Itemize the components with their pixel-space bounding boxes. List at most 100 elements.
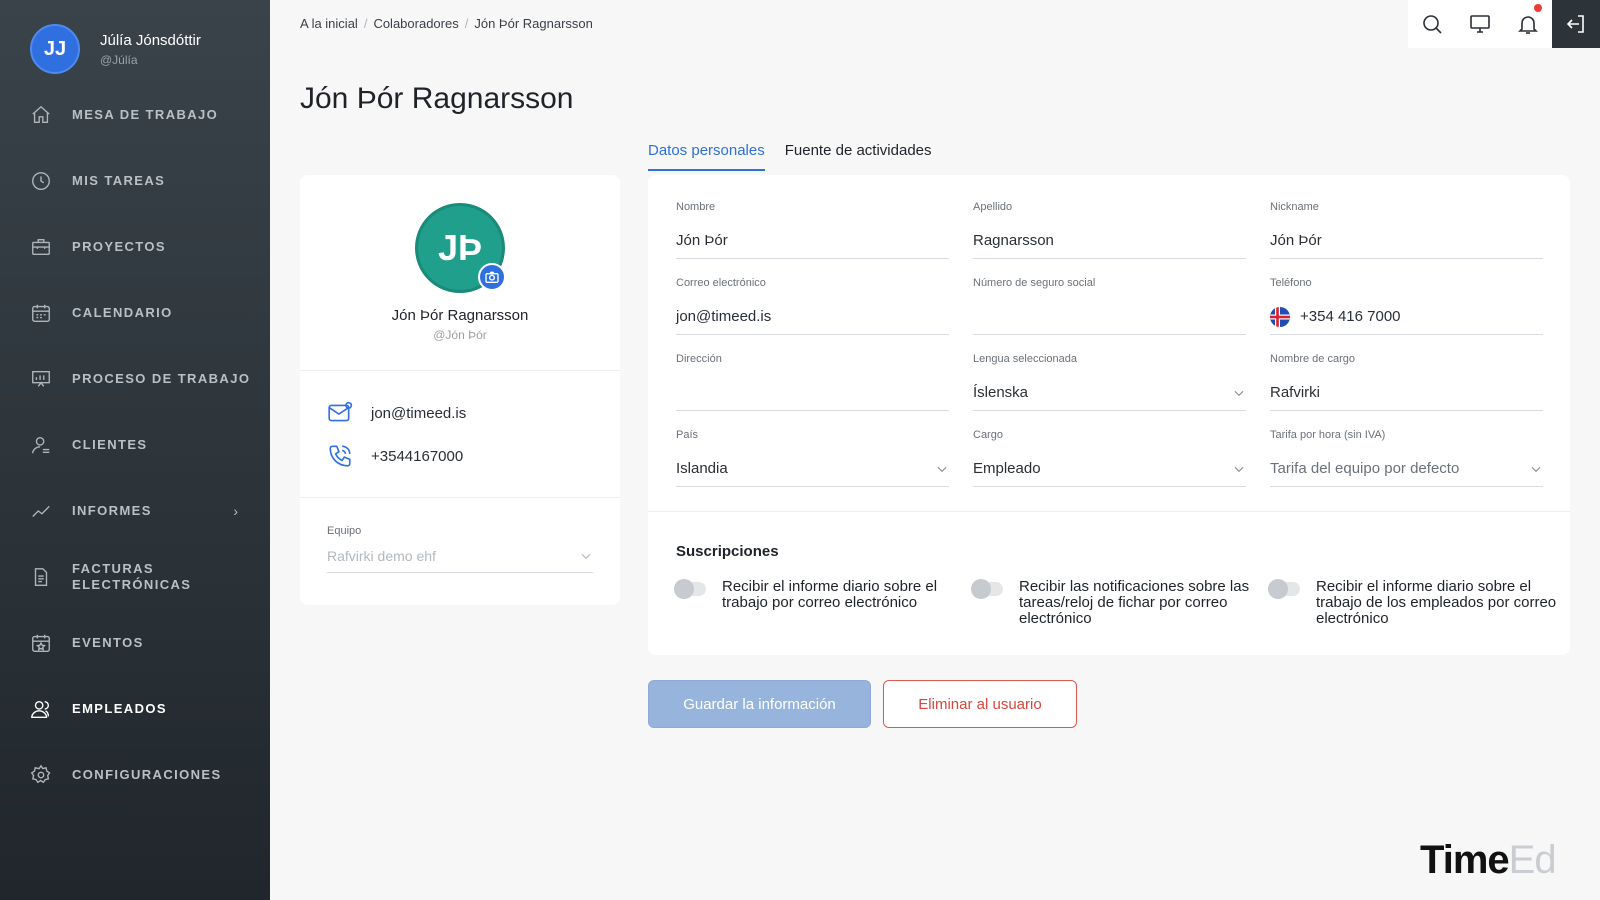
clock-icon: [32, 172, 50, 190]
nickname-input[interactable]: Jón Þór: [1270, 223, 1543, 259]
chevron-right-icon: ›: [233, 503, 238, 519]
breadcrumb-current: Jón Þór Ragnarsson: [474, 16, 593, 31]
sidebar-item-label: CALENDARIO: [72, 305, 173, 320]
sidebar-item-label: FACTURAS ELECTRÓNICAS: [72, 561, 192, 592]
chevron-down-icon: [581, 553, 591, 559]
users-icon: [31, 700, 50, 718]
last-name-field: Apellido Ragnarsson: [973, 201, 1246, 259]
top-toolbar: [1408, 0, 1600, 48]
page-title: Jón Þór Ragnarsson: [300, 82, 574, 115]
chevron-down-icon: [1234, 466, 1244, 472]
calendar-star-icon: [32, 634, 50, 652]
avatar[interactable]: JJ: [30, 24, 80, 74]
sidebar-item-label: PROYECTOS: [72, 239, 166, 254]
language-select[interactable]: Íslenska: [973, 375, 1246, 411]
contact-phone-text: +3544167000: [371, 447, 464, 465]
chevron-down-icon: [1531, 466, 1541, 472]
job-title-field: Nombre de cargo Rafvirki: [1270, 353, 1543, 411]
breadcrumb: A la inicial / Colaboradores / Jón Þór R…: [300, 16, 593, 31]
delete-user-button[interactable]: Eliminar al usuario: [883, 680, 1077, 728]
tab-fuente-de-actividades[interactable]: Fuente de actividades: [785, 142, 932, 171]
daily-report-toggle[interactable]: [674, 579, 706, 599]
screen-button[interactable]: [1456, 0, 1504, 48]
change-photo-button[interactable]: [478, 263, 506, 291]
search-button[interactable]: [1408, 0, 1456, 48]
team-label: Equipo: [327, 525, 362, 537]
personal-data-form: Nombre Jón Þór Apellido Ragnarsson Nickn…: [648, 175, 1570, 655]
ssn-input[interactable]: [973, 299, 1246, 335]
user-name: Júlía Jónsdóttir: [100, 31, 201, 49]
nickname-field: Nickname Jón Þór: [1270, 201, 1543, 259]
employees-report-toggle[interactable]: [1268, 579, 1300, 599]
breadcrumb-collaborators[interactable]: Colaboradores: [373, 16, 458, 31]
job-title-input[interactable]: Rafvirki: [1270, 375, 1543, 411]
sidebar-item-mis-tareas[interactable]: MIS TAREAS: [0, 148, 270, 214]
language-field: Lengua seleccionada Íslenska: [973, 353, 1246, 411]
sidebar: JJ Júlía Jónsdóttir @Júlía MESA DE TRABA…: [0, 0, 270, 900]
notification-badge: [1534, 4, 1542, 12]
hourly-rate-field: Tarifa por hora (sin IVA) Tarifa del equ…: [1270, 429, 1543, 487]
address-input[interactable]: [676, 375, 949, 411]
sidebar-item-calendario[interactable]: CALENDARIO: [0, 280, 270, 346]
contact-email[interactable]: jon@timeed.is: [327, 400, 466, 426]
profile-tabs: Datos personales Fuente de actividades: [648, 142, 932, 171]
country-field: País Islandia: [676, 429, 949, 487]
sidebar-item-clientes[interactable]: CLIENTES: [0, 412, 270, 478]
gear-icon: [30, 764, 51, 784]
subscription-employees-report: Recibir el informe diario sobre el traba…: [1268, 579, 1560, 627]
hourly-rate-select[interactable]: Tarifa del equipo por defecto: [1270, 451, 1543, 487]
country-select[interactable]: Islandia: [676, 451, 949, 487]
sidebar-item-label: EVENTOS: [72, 635, 144, 650]
contact-email-text: jon@timeed.is: [371, 404, 467, 422]
email-input[interactable]: jon@timeed.is: [676, 299, 949, 335]
sidebar-item-label: PROCESO DE TRABAJO: [72, 371, 251, 386]
first-name-input[interactable]: Jón Þór: [676, 223, 949, 259]
sidebar-item-label: INFORMES: [72, 503, 152, 518]
chevron-down-icon: [1234, 390, 1244, 396]
team-select[interactable]: Rafvirki demo ehf: [327, 539, 593, 573]
divider: [300, 497, 620, 498]
logout-button[interactable]: [1552, 0, 1600, 48]
briefcase-icon: [32, 238, 50, 256]
last-name-input[interactable]: Ragnarsson: [973, 223, 1246, 259]
user-handle: @Júlía: [100, 52, 138, 67]
role-select[interactable]: Empleado: [973, 451, 1246, 487]
camera-icon: [485, 271, 499, 283]
subscriptions-title: Suscripciones: [676, 543, 779, 560]
trend-icon: [32, 505, 50, 517]
sidebar-item-label: EMPLEADOS: [72, 701, 167, 716]
profile-card: JÞ Jón Þór Ragnarsson @Jón Þór jon@timee…: [300, 175, 620, 605]
save-button[interactable]: Guardar la información: [648, 680, 871, 728]
sidebar-nav: MESA DE TRABAJO MIS TAREAS PROYECTOS CAL…: [0, 82, 270, 808]
mail-icon: [328, 401, 353, 422]
iceland-flag-icon: [1270, 306, 1290, 327]
sidebar-item-empleados[interactable]: EMPLEADOS: [0, 676, 270, 742]
role-field: Cargo Empleado: [973, 429, 1246, 487]
breadcrumb-home[interactable]: A la inicial: [300, 16, 358, 31]
sidebar-item-configuraciones[interactable]: CONFIGURACIONES: [0, 742, 270, 808]
phone-icon: [329, 445, 351, 467]
sidebar-item-informes[interactable]: INFORMES ›: [0, 478, 270, 544]
current-user[interactable]: JJ Júlía Jónsdóttir @Júlía: [30, 24, 201, 74]
sidebar-item-proyectos[interactable]: PROYECTOS: [0, 214, 270, 280]
contact-phone[interactable]: +3544167000: [327, 443, 463, 469]
task-notifications-toggle[interactable]: [971, 579, 1003, 599]
team-value: Rafvirki demo ehf: [327, 547, 436, 564]
subscription-daily-report: Recibir el informe diario sobre el traba…: [674, 579, 966, 611]
phone-input[interactable]: +354 416 7000: [1270, 299, 1543, 335]
sidebar-item-proceso-de-trabajo[interactable]: PROCESO DE TRABAJO: [0, 346, 270, 412]
chevron-down-icon: [937, 466, 947, 472]
sidebar-item-facturas-electronicas[interactable]: FACTURAS ELECTRÓNICAS: [0, 544, 270, 610]
first-name-field: Nombre Jón Þór: [676, 201, 949, 259]
user-icon: [32, 436, 50, 454]
sidebar-item-eventos[interactable]: EVENTOS: [0, 610, 270, 676]
sidebar-item-label: CLIENTES: [72, 437, 148, 452]
tab-datos-personales[interactable]: Datos personales: [648, 142, 765, 171]
email-field: Correo electrónico jon@timeed.is: [676, 277, 949, 335]
notifications-button[interactable]: [1504, 0, 1552, 48]
divider: [300, 370, 620, 371]
document-icon: [34, 568, 48, 586]
sidebar-item-mesa-de-trabajo[interactable]: MESA DE TRABAJO: [0, 82, 270, 148]
bell-icon: [1518, 16, 1538, 34]
phone-field: Teléfono +354 416 7000: [1270, 277, 1543, 335]
